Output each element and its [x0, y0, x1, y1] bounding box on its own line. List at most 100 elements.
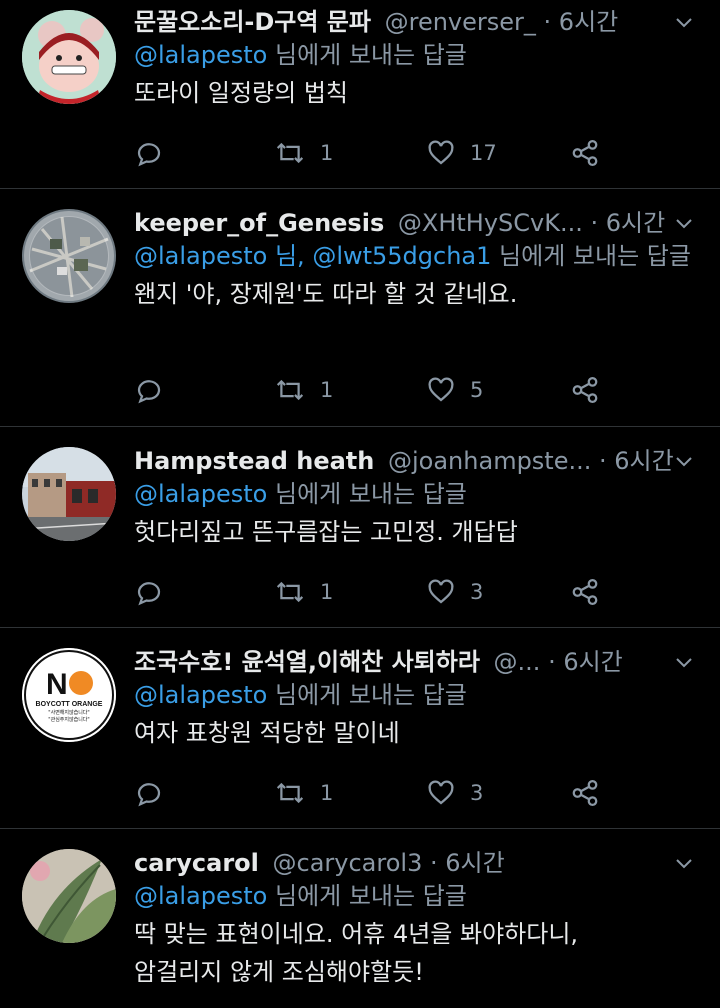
- reply-suffix: 님에게 보내는 답글: [267, 480, 467, 508]
- retweet-count: 1: [320, 378, 334, 402]
- tweet-header: Hampstead heath @joanhampste... · 6시간: [134, 445, 706, 477]
- retweet-icon: [276, 379, 304, 401]
- retweet-button[interactable]: 1: [274, 572, 333, 612]
- timestamp[interactable]: 6시간: [614, 447, 673, 475]
- reply-suffix: 님에게 보내는 답글: [267, 681, 467, 709]
- share-button[interactable]: [570, 133, 600, 173]
- display-name[interactable]: 문꿀오소리-D구역 문파: [134, 8, 371, 36]
- display-name[interactable]: Hampstead heath: [134, 447, 374, 475]
- reply-icon: [137, 783, 161, 807]
- tweet[interactable]: 문꿀오소리-D구역 문파 @renverser_ · 6시간 @lalapest…: [0, 0, 720, 189]
- avatar[interactable]: [22, 849, 116, 943]
- mention-link[interactable]: @lalapesto: [134, 882, 267, 910]
- user-handle[interactable]: @...: [494, 648, 541, 676]
- tweet-text-line: 딱 맞는 표현이네요. 어휴 4년을 봐야하다니,: [134, 920, 579, 948]
- chevron-down-icon[interactable]: [672, 851, 696, 875]
- separator: ·: [540, 648, 564, 676]
- chevron-down-icon[interactable]: [672, 650, 696, 674]
- user-handle[interactable]: @XHtHySCvK...: [398, 209, 583, 237]
- retweet-count: 1: [320, 141, 334, 165]
- timestamp[interactable]: 6시간: [445, 849, 504, 877]
- display-name[interactable]: 조국수호! 윤석열,이해찬 사퇴하라: [134, 648, 480, 676]
- tweet[interactable]: keeper_of_Genesis @XHtHySCvK... · 6시간 @l…: [0, 189, 720, 427]
- chevron-down-icon[interactable]: [672, 211, 696, 235]
- retweet-button[interactable]: 1: [274, 370, 333, 410]
- reply-button[interactable]: [134, 370, 164, 410]
- display-name[interactable]: keeper_of_Genesis: [134, 209, 384, 237]
- like-button[interactable]: 17: [426, 133, 497, 173]
- chevron-down-icon[interactable]: [672, 10, 696, 34]
- retweet-button[interactable]: 1: [274, 773, 333, 813]
- share-button[interactable]: [570, 773, 600, 813]
- retweet-count: 1: [320, 781, 334, 805]
- reply-button[interactable]: [134, 773, 164, 813]
- mention-link[interactable]: @lalapesto: [134, 41, 267, 69]
- share-icon: [572, 140, 598, 166]
- like-icon: [428, 579, 454, 604]
- reply-context: @lalapesto 님, @lwt55dgcha1 님에게 보내는 답글: [134, 239, 706, 273]
- avatar[interactable]: N BOYCOTT ORANGE "사면해지않습니다" "관심주지않습니다": [22, 648, 116, 742]
- tweet-text: 딱 맞는 표현이네요. 어휴 4년을 봐야하다니, 암걸리지 않게 조심해야할듯…: [134, 915, 706, 991]
- tweet-text: 또라이 일정량의 법칙: [134, 79, 348, 107]
- user-handle[interactable]: @carycarol3: [273, 849, 423, 877]
- mention-link[interactable]: @lalapesto: [134, 681, 267, 709]
- like-count: 17: [470, 141, 497, 165]
- tweet[interactable]: carycarol @carycarol3 · 6시간 @lalapesto 님…: [0, 829, 720, 1008]
- separator: ·: [535, 8, 559, 36]
- reply-icon: [137, 143, 161, 167]
- retweet-icon: [276, 142, 304, 164]
- like-count: 5: [470, 378, 484, 402]
- avatar-logo-letter: N: [46, 668, 68, 701]
- tweet-text: 헛다리짚고 뜬구름잡는 고민정. 개답답: [134, 518, 518, 546]
- reply-context: @lalapesto 님에게 보내는 답글: [134, 38, 706, 72]
- user-handle[interactable]: @renverser_: [385, 8, 536, 36]
- tweet-text: 왠지 '야, 장제원'도 따라 할 것 같네요.: [134, 280, 518, 308]
- retweet-button[interactable]: 1: [274, 133, 333, 173]
- retweet-count: 1: [320, 580, 334, 604]
- tweet[interactable]: Hampstead heath @joanhampste... · 6시간 @l…: [0, 427, 720, 628]
- share-icon: [572, 377, 598, 403]
- like-button[interactable]: 3: [426, 773, 483, 813]
- share-button[interactable]: [570, 370, 600, 410]
- reply-context: @lalapesto 님에게 보내는 답글: [134, 678, 706, 712]
- mention-link[interactable]: @lalapesto 님, @lwt55dgcha1: [134, 242, 491, 270]
- reply-context: @lalapesto 님에게 보내는 답글: [134, 879, 706, 913]
- like-icon: [428, 377, 454, 402]
- user-handle[interactable]: @joanhampste...: [388, 447, 591, 475]
- reply-button[interactable]: [134, 572, 164, 612]
- tweet-actions: 1 3: [134, 572, 694, 612]
- timestamp[interactable]: 6시간: [559, 8, 618, 36]
- avatar[interactable]: [22, 10, 116, 104]
- tweet-actions: 1 17: [134, 133, 694, 173]
- like-button[interactable]: 3: [426, 572, 483, 612]
- display-name[interactable]: carycarol: [134, 849, 259, 877]
- like-icon: [428, 780, 454, 805]
- reply-icon: [137, 582, 161, 606]
- tweet-actions: 1 3: [134, 773, 694, 813]
- tweet[interactable]: N BOYCOTT ORANGE "사면해지않습니다" "관심주지않습니다" 조…: [0, 628, 720, 829]
- reply-suffix: 님에게 보내는 답글: [267, 41, 467, 69]
- reply-suffix: 님에게 보내는 답글: [267, 882, 467, 910]
- like-count: 3: [470, 781, 484, 805]
- separator: ·: [591, 447, 615, 475]
- chevron-down-icon[interactable]: [672, 449, 696, 473]
- share-icon: [572, 579, 598, 605]
- like-button[interactable]: 5: [426, 370, 483, 410]
- avatar-logo-line: "관심주지않습니다": [48, 716, 89, 723]
- tweet-text-line: 암걸리지 않게 조심해야할듯!: [134, 958, 424, 986]
- avatar[interactable]: [22, 209, 116, 303]
- avatar[interactable]: [22, 447, 116, 541]
- reply-suffix: 님에게 보내는 답글: [491, 242, 691, 270]
- tweet-header: keeper_of_Genesis @XHtHySCvK... · 6시간: [134, 207, 706, 239]
- retweet-icon: [276, 581, 304, 603]
- share-button[interactable]: [570, 572, 600, 612]
- avatar-logo-caption: BOYCOTT ORANGE: [36, 701, 103, 708]
- mention-link[interactable]: @lalapesto: [134, 480, 267, 508]
- timestamp[interactable]: 6시간: [563, 648, 622, 676]
- separator: ·: [582, 209, 606, 237]
- timestamp[interactable]: 6시간: [606, 209, 665, 237]
- separator: ·: [422, 849, 446, 877]
- tweet-text: 여자 표창원 적당한 말이네: [134, 719, 400, 747]
- tweet-actions: 1 5: [134, 370, 694, 410]
- reply-button[interactable]: [134, 133, 164, 173]
